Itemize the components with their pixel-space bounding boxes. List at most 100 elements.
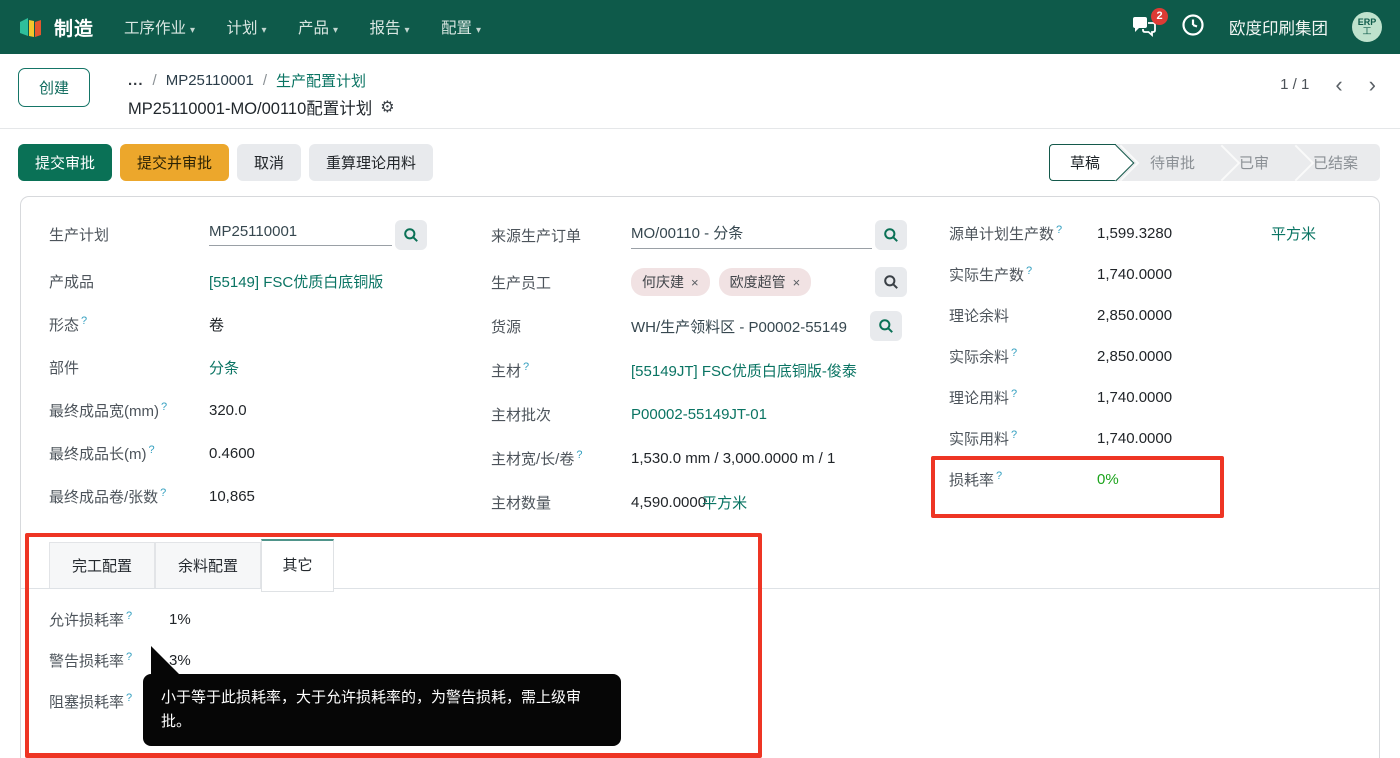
menu-configuration[interactable]: 配置▾ <box>441 20 481 37</box>
search-button[interactable] <box>870 311 902 341</box>
app-name[interactable]: 制造 <box>54 14 94 41</box>
caret-down-icon: ▾ <box>405 25 410 36</box>
search-button[interactable] <box>875 267 907 297</box>
menu-reports[interactable]: 报告▾ <box>370 20 410 37</box>
field-actual-production-qty: 实际生产数? 1,740.0000 <box>949 254 1379 295</box>
field-final-width: 最终成品宽(mm)? 320.0 <box>49 389 427 432</box>
employee-tag[interactable]: 何庆建× <box>631 268 710 296</box>
control-panel: 创建 ... / MP25110001 / 生产配置计划 MP25110001-… <box>0 54 1400 129</box>
breadcrumb-parent[interactable]: MP25110001 <box>166 72 254 89</box>
recompute-theoretical-usage-button[interactable]: 重算理论用料 <box>309 144 433 181</box>
user-avatar[interactable]: ERP 工 <box>1352 12 1382 42</box>
actual-surplus-value: 2,850.0000 <box>1097 348 1172 365</box>
source-location-value[interactable]: WH/生产领料区 - P00002-55149 <box>631 316 870 337</box>
production-plan-value[interactable]: MP25110001 <box>209 223 392 246</box>
submit-and-approve-button[interactable]: 提交并审批 <box>120 144 229 181</box>
breadcrumb-ellipsis[interactable]: ... <box>128 72 144 89</box>
actual-production-qty-value: 1,740.0000 <box>1097 266 1172 283</box>
breadcrumb-current[interactable]: 生产配置计划 <box>276 70 366 91</box>
help-icon[interactable]: ? <box>126 692 132 704</box>
field-actual-usage: 实际用料? 1,740.0000 <box>949 418 1379 459</box>
search-button[interactable] <box>395 220 427 250</box>
main-menu: 工序作业▾ 计划▾ 产品▾ 报告▾ 配置▾ <box>124 16 508 38</box>
form-column-right: 源单计划生产数? 1,599.3280 平方米 实际生产数? 1,740.000… <box>949 213 1379 500</box>
status-draft[interactable]: 草稿 <box>1049 144 1116 181</box>
help-icon[interactable]: ? <box>1026 265 1032 277</box>
field-component: 部件 分条 <box>49 346 427 389</box>
pager-next-icon[interactable]: › <box>1369 77 1376 93</box>
help-icon[interactable]: ? <box>126 610 132 622</box>
main-material-dimensions-value[interactable]: 1,530.0 mm / 3,000.0000 m / 1 <box>631 450 835 467</box>
tab-completion-config[interactable]: 完工配置 <box>49 542 155 588</box>
field-final-length: 最终成品长(m)? 0.4600 <box>49 432 427 475</box>
status-pipeline: 草稿 待审批 已审 已结案 <box>1049 144 1380 181</box>
menu-products[interactable]: 产品▾ <box>298 20 338 37</box>
help-icon[interactable]: ? <box>1011 388 1017 400</box>
page: 制造 工序作业▾ 计划▾ 产品▾ 报告▾ 配置▾ 2 <box>0 0 1400 758</box>
submit-approval-button[interactable]: 提交审批 <box>18 144 112 181</box>
help-tooltip: 小于等于此损耗率，大于允许损耗率的，为警告损耗，需上级审批。 <box>143 674 621 746</box>
remove-tag-icon[interactable]: × <box>793 275 801 290</box>
finished-product-value[interactable]: [55149] FSC优质白底铜版 <box>209 271 383 292</box>
caret-down-icon: ▾ <box>262 25 267 36</box>
tab-surplus-config[interactable]: 余料配置 <box>155 542 261 588</box>
pager-previous-icon[interactable]: ‹ <box>1335 77 1342 93</box>
employee-tag[interactable]: 欧度超管× <box>719 268 812 296</box>
planned-production-qty-unit[interactable]: 平方米 <box>1271 223 1316 244</box>
menu-work-operations[interactable]: 工序作业▾ <box>124 20 195 37</box>
help-icon[interactable]: ? <box>126 651 132 663</box>
final-roll-count-value[interactable]: 10,865 <box>209 488 255 505</box>
breadcrumb-separator: / <box>263 72 267 89</box>
field-form-type: 形态? 卷 <box>49 303 427 346</box>
pager-counter: 1 / 1 <box>1280 76 1309 93</box>
caret-down-icon: ▾ <box>190 25 195 36</box>
notebook-tabs: 完工配置 余料配置 其它 <box>21 542 1379 589</box>
main-material-qty-value[interactable]: 4,590.0000 <box>631 494 706 511</box>
navbar-left: 制造 工序作业▾ 计划▾ 产品▾ 报告▾ 配置▾ <box>18 14 508 41</box>
help-icon[interactable]: ? <box>576 449 582 461</box>
main-material-value[interactable]: [55149JT] FSC优质白底铜版-俊泰 <box>631 360 857 381</box>
component-value[interactable]: 分条 <box>209 357 239 378</box>
search-button[interactable] <box>875 220 907 250</box>
remove-tag-icon[interactable]: × <box>691 275 699 290</box>
help-icon[interactable]: ? <box>1011 429 1017 441</box>
activities-clock-icon[interactable] <box>1181 13 1205 42</box>
theoretical-surplus-value: 2,850.0000 <box>1097 307 1172 324</box>
help-icon[interactable]: ? <box>523 361 529 373</box>
help-icon[interactable]: ? <box>160 487 166 499</box>
messages-icon[interactable]: 2 <box>1131 16 1157 38</box>
field-main-material-qty: 主材数量 4,590.0000 平方米 <box>491 480 907 524</box>
field-finished-product: 产成品 [55149] FSC优质白底铜版 <box>49 260 427 303</box>
allowed-loss-rate-value[interactable]: 1% <box>169 611 191 628</box>
field-loss-rate: 损耗率? 0% <box>949 459 1379 500</box>
main-material-qty-unit[interactable]: 平方米 <box>702 492 747 513</box>
unread-count-badge: 2 <box>1151 8 1168 25</box>
company-name[interactable]: 欧度印刷集团 <box>1229 15 1328 39</box>
help-icon[interactable]: ? <box>996 470 1002 482</box>
help-icon[interactable]: ? <box>81 315 87 327</box>
help-icon[interactable]: ? <box>149 444 155 456</box>
cancel-button[interactable]: 取消 <box>237 144 301 181</box>
gear-icon[interactable]: ⚙ <box>380 97 394 117</box>
help-icon[interactable]: ? <box>1011 347 1017 359</box>
status-closed[interactable]: 已结案 <box>1291 144 1380 181</box>
form-type-value[interactable]: 卷 <box>209 314 224 335</box>
breadcrumb-separator: / <box>153 72 157 89</box>
loss-rate-value: 0% <box>1097 471 1119 488</box>
create-button[interactable]: 创建 <box>18 68 90 107</box>
help-icon[interactable]: ? <box>161 401 167 413</box>
tab-other[interactable]: 其它 <box>261 539 334 592</box>
final-width-value[interactable]: 320.0 <box>209 402 247 419</box>
main-material-lot-value[interactable]: P00002-55149JT-01 <box>631 406 767 423</box>
field-production-plan: 生产计划 MP25110001 <box>49 213 427 256</box>
source-mo-value[interactable]: MO/00110 - 分条 <box>631 222 872 249</box>
caret-down-icon: ▾ <box>333 25 338 36</box>
field-theoretical-usage: 理论用料? 1,740.0000 <box>949 377 1379 418</box>
menu-planning[interactable]: 计划▾ <box>227 20 267 37</box>
help-icon[interactable]: ? <box>1056 224 1062 236</box>
final-length-value[interactable]: 0.4600 <box>209 445 255 462</box>
field-final-roll-count: 最终成品卷/张数? 10,865 <box>49 475 427 518</box>
form-column-left: 生产计划 MP25110001 产成品 [55149] FSC优质白底铜版 形态… <box>49 213 427 518</box>
field-theoretical-surplus: 理论余料 2,850.0000 <box>949 295 1379 336</box>
app-logo-icon[interactable] <box>18 14 44 40</box>
